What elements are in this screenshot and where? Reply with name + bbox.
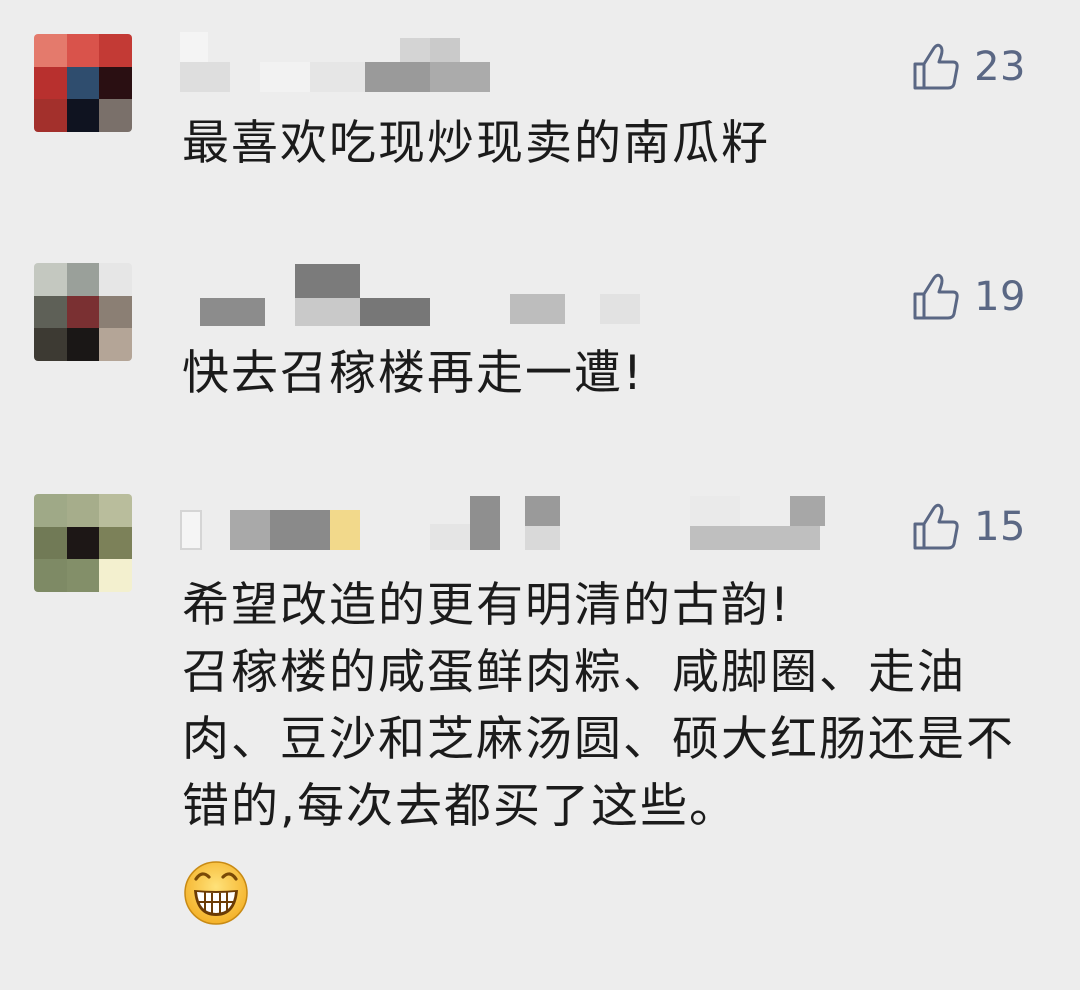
avatar[interactable]: [34, 494, 132, 592]
avatar[interactable]: [34, 34, 132, 132]
avatar[interactable]: [34, 263, 132, 361]
like-button[interactable]: 19: [912, 272, 1026, 322]
like-button[interactable]: 23: [912, 42, 1026, 92]
like-count: 15: [974, 504, 1026, 550]
like-count: 23: [974, 44, 1026, 90]
username-blurred[interactable]: [180, 32, 510, 92]
grinning-face-icon: [184, 861, 248, 925]
comment-text: 快去召稼楼再走一遭!: [182, 346, 644, 401]
username-blurred[interactable]: [180, 496, 830, 556]
comment-text: 希望改造的更有明清的古韵! 召稼楼的咸蛋鲜肉粽、咸脚圈、走油肉、豆沙和芝麻汤圆、…: [182, 578, 1015, 834]
username-blurred[interactable]: [180, 264, 660, 326]
thumbs-up-icon: [913, 503, 959, 550]
thumbs-up-icon: [913, 43, 959, 90]
like-count: 19: [974, 274, 1026, 320]
comment-text: 最喜欢吃现炒现卖的南瓜籽: [182, 116, 770, 171]
like-button[interactable]: 15: [912, 502, 1026, 552]
thumbs-up-icon: [913, 273, 959, 320]
